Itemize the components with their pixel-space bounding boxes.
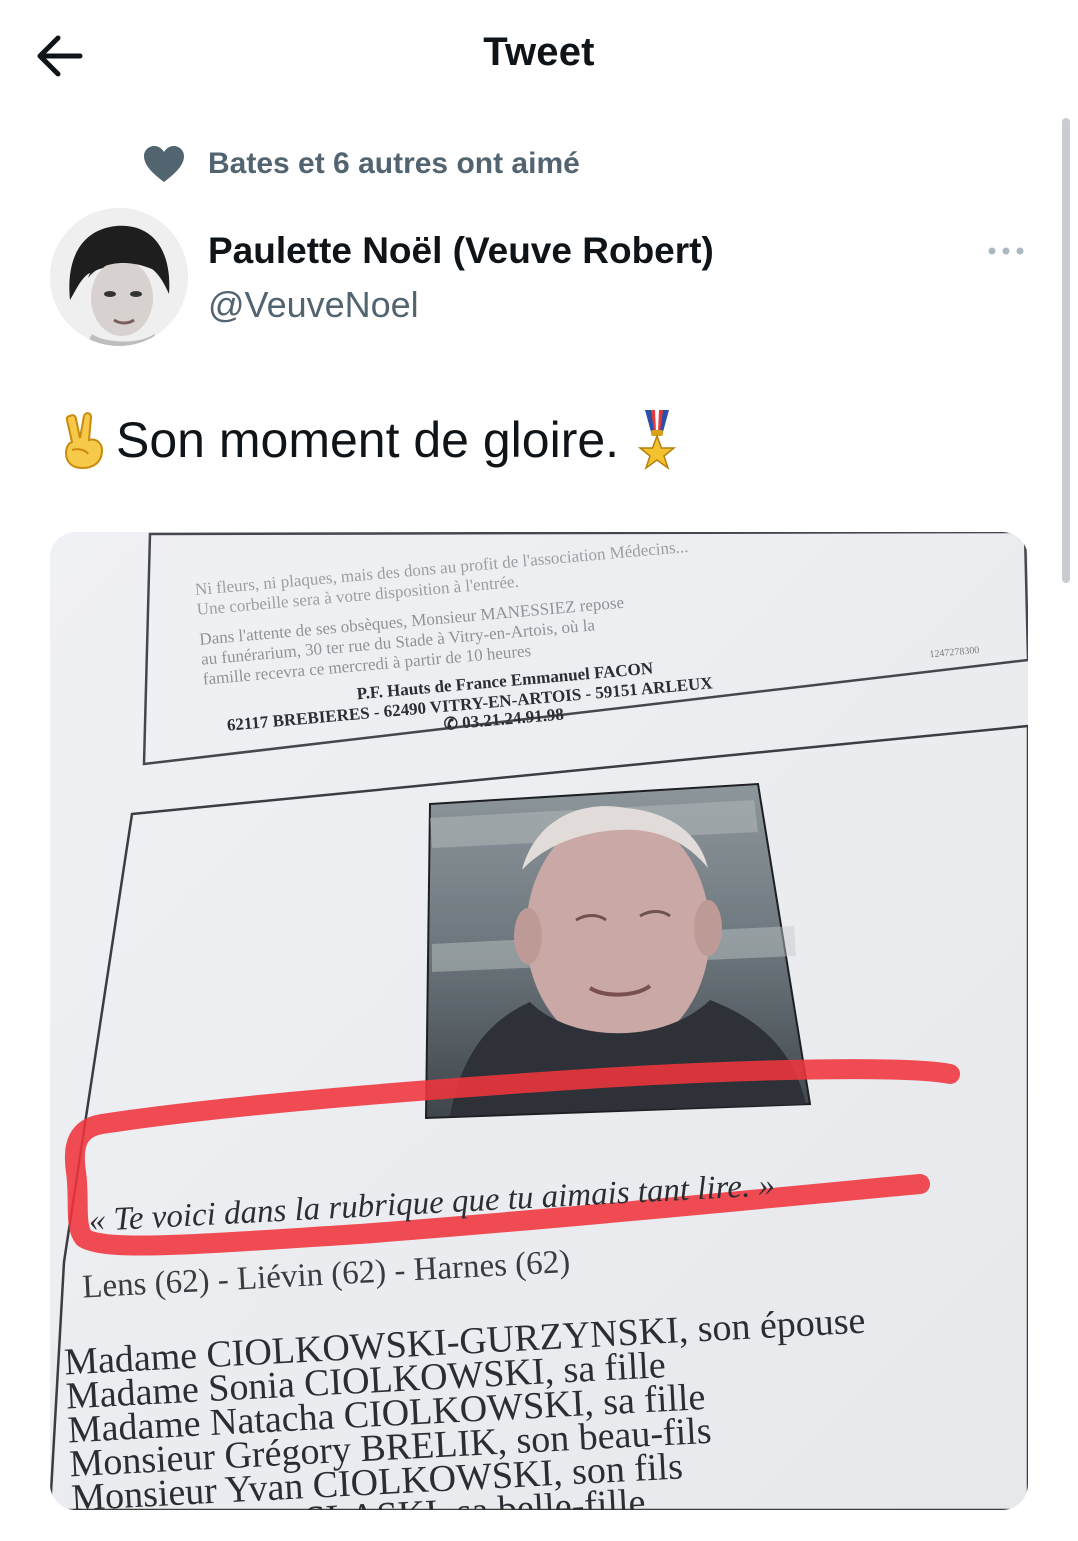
scrollbar[interactable] [1062, 118, 1070, 583]
victory-hand-emoji [64, 412, 104, 470]
heart-icon [144, 146, 184, 182]
social-context[interactable]: Bates et 6 autres ont aimé [142, 142, 580, 186]
tweet-image[interactable]: Ni fleurs, ni plaques, mais des dons au … [50, 532, 1028, 1510]
social-context-text: Bates et 6 autres ont aimé [208, 147, 580, 180]
author-name[interactable]: Paulette Noël (Veuve Robert) [208, 230, 714, 272]
military-medal-emoji [637, 410, 677, 470]
author-handle[interactable]: @VeuveNoel [208, 284, 419, 326]
avatar[interactable] [50, 208, 188, 346]
more-button[interactable] [984, 236, 1028, 266]
tweet-text: Son moment de gloire. [58, 408, 683, 472]
page-title: Tweet [483, 30, 595, 74]
top-bar: Tweet [0, 0, 1078, 112]
more-icon [988, 247, 1024, 255]
tweet-text-content: Son moment de gloire. [116, 412, 620, 468]
